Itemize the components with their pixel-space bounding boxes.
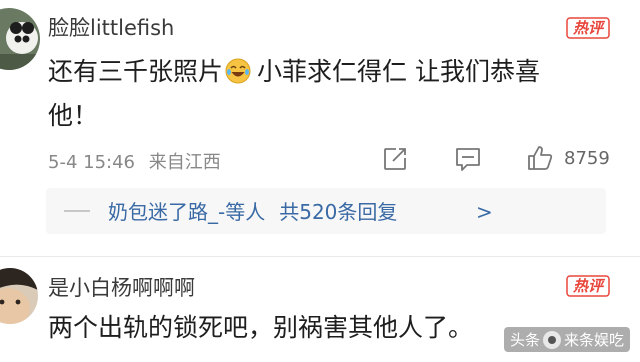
watermark-prefix: 头条 xyxy=(509,331,540,349)
laughing-tears-emoji xyxy=(225,56,251,96)
comment-text: 还有三千张照片 小菲求仁得仁 让我们恭喜 他！ xyxy=(48,52,618,136)
hot-comment-badge: 热评 xyxy=(566,17,610,39)
avatar[interactable] xyxy=(0,8,40,70)
comment-meta: 5-4 15:46 来自江西 xyxy=(48,148,221,174)
reply-dash xyxy=(64,210,90,212)
reply-summary-link[interactable]: 奶包迷了路_-等人 共520条回复 xyxy=(108,196,397,225)
repost-button[interactable] xyxy=(382,146,408,172)
chevron-right-icon[interactable]: > xyxy=(476,200,493,224)
comment-username[interactable]: 脸脸littlefish xyxy=(48,12,174,42)
like-button[interactable]: 8759 xyxy=(526,144,610,172)
comment-text-part: 还有三千张照片 xyxy=(48,57,224,86)
repost-icon xyxy=(384,148,406,170)
comment-button[interactable] xyxy=(454,146,482,172)
comment-divider xyxy=(0,256,640,257)
reply-count: 共520条回复 xyxy=(279,200,398,224)
hot-comment-badge: 热评 xyxy=(566,275,610,297)
watermark-name: 来条娱吃 xyxy=(563,331,624,349)
watermark-logo-icon xyxy=(542,330,561,349)
comment-date: 5-4 15:46 xyxy=(48,152,135,173)
comment-username[interactable]: 是小白杨啊啊啊 xyxy=(48,272,195,302)
like-count: 8759 xyxy=(564,147,610,169)
hot-badge-label: 热评 xyxy=(572,277,606,295)
hot-badge-label: 热评 xyxy=(572,19,606,37)
comment-text-part: 小菲求仁得仁 让我们恭喜 xyxy=(257,57,540,86)
avatar[interactable] xyxy=(0,268,38,324)
comment-location: 来自江西 xyxy=(148,152,221,173)
thumbs-up-icon xyxy=(528,146,553,170)
comment-icon xyxy=(456,148,480,171)
reply-users: 奶包迷了路_-等人 xyxy=(108,200,266,224)
comment-text-part: 他！ xyxy=(48,101,99,130)
watermark: 头条 来条娱吃 xyxy=(503,327,630,352)
